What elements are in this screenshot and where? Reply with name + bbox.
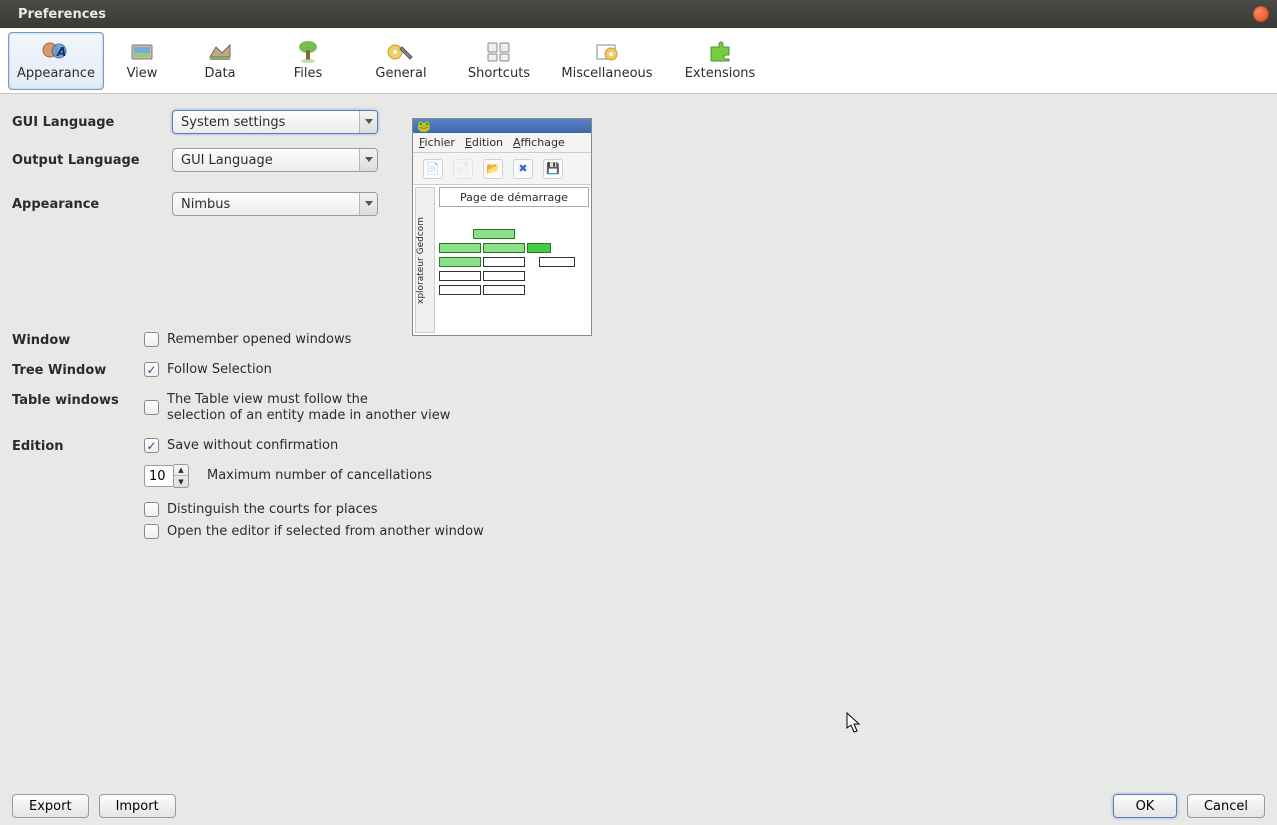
preview-tool-icon: 📄 bbox=[423, 159, 443, 179]
tab-label: Files bbox=[294, 66, 323, 81]
content-panel: GUI Language System settings Output Lang… bbox=[0, 94, 1277, 787]
dropdown-arrow-icon bbox=[359, 111, 377, 133]
import-button[interactable]: Import bbox=[99, 794, 176, 818]
output-language-value: GUI Language bbox=[181, 153, 273, 168]
files-icon bbox=[293, 40, 323, 64]
distinguish-courts-text: Distinguish the courts for places bbox=[167, 502, 378, 518]
preview-tool-icon: 💾 bbox=[543, 159, 563, 179]
remember-windows-text: Remember opened windows bbox=[167, 332, 351, 348]
tab-label: Miscellaneous bbox=[561, 66, 652, 81]
tab-label: View bbox=[127, 66, 158, 81]
ok-button[interactable]: OK bbox=[1113, 794, 1177, 818]
cancel-button[interactable]: Cancel bbox=[1187, 794, 1265, 818]
open-editor-checkbox[interactable] bbox=[144, 524, 159, 539]
tab-view[interactable]: View bbox=[112, 32, 172, 90]
tab-appearance[interactable]: A Appearance bbox=[8, 32, 104, 90]
extensions-icon bbox=[705, 40, 735, 64]
tree-window-section-label: Tree Window bbox=[12, 362, 144, 378]
preview-menubar: Fichier Edition Affichage bbox=[413, 133, 591, 153]
gui-language-value: System settings bbox=[181, 115, 285, 130]
table-follow-text: The Table view must follow the selection… bbox=[167, 392, 450, 424]
max-cancellations-label: Maximum number of cancellations bbox=[207, 468, 432, 484]
preview-tab: Page de démarrage bbox=[439, 187, 589, 207]
open-editor-text: Open the editor if selected from another… bbox=[167, 524, 484, 540]
preview-menu-edit: Edition bbox=[465, 136, 503, 149]
remember-windows-checkbox[interactable] bbox=[144, 332, 159, 347]
preview-tool-icon: 📂 bbox=[483, 159, 503, 179]
preview-app-icon: 🐸 bbox=[417, 120, 431, 133]
data-icon bbox=[205, 40, 235, 64]
save-without-confirm-checkbox[interactable] bbox=[144, 438, 159, 453]
dropdown-arrow-icon bbox=[359, 149, 377, 171]
title-bar: Preferences bbox=[0, 0, 1277, 28]
max-cancellations-spinner[interactable]: ▲ ▼ bbox=[144, 464, 189, 488]
view-icon bbox=[127, 40, 157, 64]
window-section-label: Window bbox=[12, 332, 144, 348]
svg-text:A: A bbox=[56, 45, 66, 59]
gui-language-dropdown[interactable]: System settings bbox=[172, 110, 378, 134]
gui-language-label: GUI Language bbox=[12, 115, 172, 130]
tab-label: Extensions bbox=[685, 66, 756, 81]
miscellaneous-icon bbox=[592, 40, 622, 64]
preview-menu-view: Affichage bbox=[513, 136, 565, 149]
tab-label: Appearance bbox=[17, 66, 95, 81]
tab-files[interactable]: Files bbox=[268, 32, 348, 90]
save-without-confirm-text: Save without confirmation bbox=[167, 438, 338, 454]
preview-toolbar: 📄 📄 📂 ✖ 💾 bbox=[413, 153, 591, 185]
dropdown-arrow-icon bbox=[359, 193, 377, 215]
close-button[interactable] bbox=[1253, 6, 1269, 22]
preview-tool-icon: 📄 bbox=[453, 159, 473, 179]
preview-chart bbox=[439, 209, 589, 333]
preview-sidebar: xplorateur Gedcom bbox=[415, 187, 435, 333]
footer: Export Import OK Cancel bbox=[0, 787, 1277, 825]
tab-miscellaneous[interactable]: Miscellaneous bbox=[552, 32, 662, 90]
window-title: Preferences bbox=[18, 7, 106, 22]
spinner-up-button[interactable]: ▲ bbox=[174, 465, 188, 476]
output-language-label: Output Language bbox=[12, 153, 172, 168]
tab-general[interactable]: General bbox=[356, 32, 446, 90]
preview-tool-icon: ✖ bbox=[513, 159, 533, 179]
tab-label: Data bbox=[204, 66, 235, 81]
appearance-icon: A bbox=[41, 40, 71, 64]
preview-menu-file: Fichier bbox=[419, 136, 455, 149]
shortcuts-icon bbox=[484, 40, 514, 64]
export-button[interactable]: Export bbox=[12, 794, 89, 818]
tab-label: Shortcuts bbox=[468, 66, 530, 81]
appearance-label: Appearance bbox=[12, 197, 172, 212]
tab-shortcuts[interactable]: Shortcuts bbox=[454, 32, 544, 90]
edition-section-label: Edition bbox=[12, 438, 144, 454]
mouse-cursor-icon bbox=[846, 712, 862, 734]
tab-data[interactable]: Data bbox=[180, 32, 260, 90]
toolbar: A Appearance View Data bbox=[0, 28, 1277, 94]
general-icon bbox=[386, 40, 416, 64]
spinner-down-button[interactable]: ▼ bbox=[174, 476, 188, 487]
max-cancellations-input[interactable] bbox=[144, 465, 174, 487]
theme-preview: 🐸 Fichier Edition Affichage 📄 📄 📂 ✖ 💾 xp… bbox=[412, 118, 592, 336]
follow-selection-checkbox[interactable] bbox=[144, 362, 159, 377]
table-windows-section-label: Table windows bbox=[12, 392, 144, 408]
table-follow-checkbox[interactable] bbox=[144, 400, 159, 415]
output-language-dropdown[interactable]: GUI Language bbox=[172, 148, 378, 172]
tab-extensions[interactable]: Extensions bbox=[670, 32, 770, 90]
follow-selection-text: Follow Selection bbox=[167, 362, 272, 378]
tab-label: General bbox=[375, 66, 426, 81]
appearance-value: Nimbus bbox=[181, 197, 230, 212]
distinguish-courts-checkbox[interactable] bbox=[144, 502, 159, 517]
appearance-dropdown[interactable]: Nimbus bbox=[172, 192, 378, 216]
